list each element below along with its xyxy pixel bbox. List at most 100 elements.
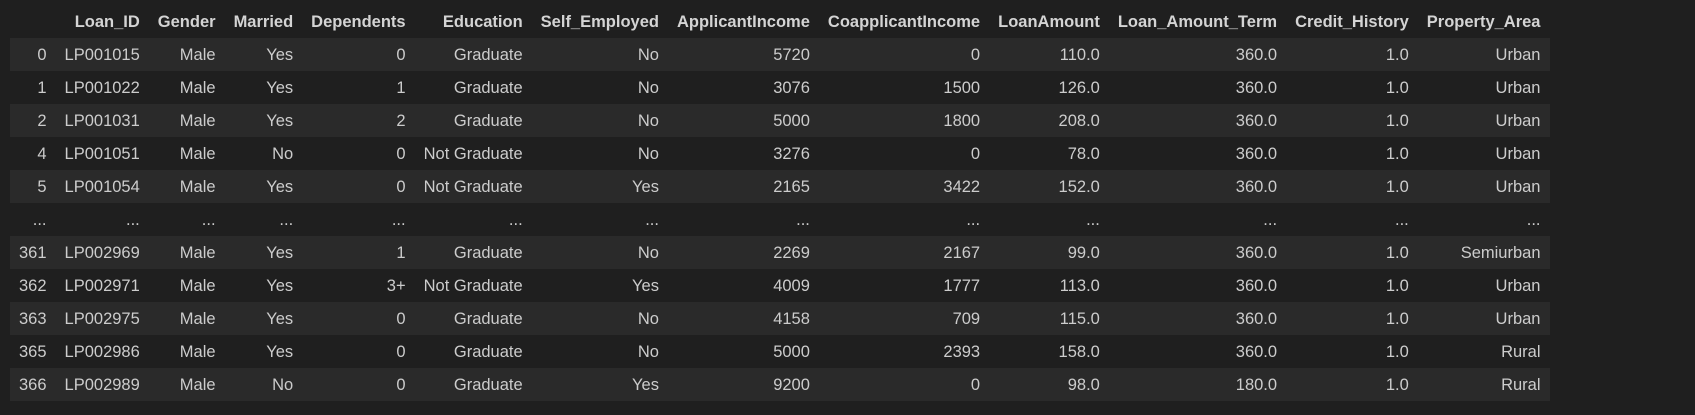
table-cell: 709 [952, 309, 981, 328]
table-row: 2 LP001031 Male Yes 2 Graduate No 5000 1800 208.0… [10, 104, 1550, 137]
table-cell: 2 [396, 111, 406, 130]
table-cell: 360.0 [1235, 45, 1278, 64]
table-cell: LP002989 [64, 375, 140, 394]
table-cell: ... [645, 210, 659, 229]
table-cell: 126.0 [1058, 78, 1100, 97]
table-cell: Male [179, 78, 216, 97]
table-cell: ... [508, 210, 523, 229]
table-cell: Male [179, 111, 216, 130]
table-cell: ... [1086, 210, 1100, 229]
column-header: Loan_ID [55, 6, 149, 38]
table-cell: 1.0 [1385, 342, 1409, 361]
table-cell: Male [179, 276, 216, 295]
table-cell: 1 [396, 78, 406, 97]
table-cell: Urban [1495, 45, 1541, 64]
table-cell: No [637, 144, 659, 163]
table-cell: 113.0 [1059, 276, 1100, 295]
table-cell: No [637, 45, 659, 64]
table-cell: 0 [970, 144, 981, 163]
table-cell: 110.0 [1059, 45, 1100, 64]
table-cell: 2269 [773, 243, 810, 262]
table-cell: 360.0 [1235, 111, 1278, 130]
table-cell: 360.0 [1235, 243, 1278, 262]
table-cell: 1.0 [1385, 78, 1409, 97]
table-cell: Not Graduate [423, 144, 523, 163]
table-cell: 1.0 [1385, 309, 1409, 328]
table-cell: Yes [266, 309, 294, 328]
table-cell: LP001054 [64, 177, 140, 196]
table-cell: Not Graduate [423, 276, 523, 295]
table-cell: 1.0 [1385, 276, 1409, 295]
table-cell: 1 [396, 243, 406, 262]
table-cell: Male [179, 177, 216, 196]
table-row: 363 LP002975 Male Yes 0 Graduate No 4158 709 115.… [10, 302, 1550, 335]
table-cell: Yes [632, 177, 659, 196]
table-cell: 1.0 [1385, 111, 1409, 130]
table-cell: LP002971 [64, 276, 140, 295]
table-cell: 4158 [773, 309, 810, 328]
table-cell: ... [201, 210, 216, 229]
table-cell: Graduate [453, 375, 523, 394]
column-header: Gender [148, 6, 225, 38]
table-cell: 360.0 [1235, 342, 1278, 361]
table-cell: 1.0 [1385, 243, 1409, 262]
table-cell: 180.0 [1235, 375, 1278, 394]
table-cell: 360.0 [1235, 309, 1278, 328]
table-cell: 5000 [773, 342, 810, 361]
column-header: Self_Employed [531, 6, 668, 38]
table-cell: 1.0 [1385, 144, 1409, 163]
table-cell: 158.0 [1058, 342, 1100, 361]
notebook-output-area: Loan_ID Gender Married Dependents Education S… [0, 0, 1695, 415]
table-cell: 1500 [943, 78, 981, 97]
table-cell: ... [966, 210, 981, 229]
row-index: 2 [37, 111, 47, 130]
table-cell: Urban [1495, 111, 1541, 130]
table-body: 0 LP001015 Male Yes 0 Graduate No 5720 0 110.0 360… [10, 38, 1550, 401]
table-cell: Yes [266, 276, 294, 295]
table-cell: 1.0 [1385, 45, 1409, 64]
table-cell: ... [391, 210, 406, 229]
column-header: Dependents [302, 6, 415, 38]
table-cell: 360.0 [1235, 276, 1278, 295]
table-cell: ... [1395, 210, 1409, 229]
table-row: 4 LP001051 Male No 0 Not Graduate No 3276 0 78.0 3… [10, 137, 1550, 170]
table-cell: Male [179, 45, 216, 64]
table-cell: Yes [266, 342, 294, 361]
table-cell: 78.0 [1067, 144, 1100, 163]
table-cell: Urban [1495, 276, 1541, 295]
table-cell: 99.0 [1067, 243, 1100, 262]
header-row: Loan_ID Gender Married Dependents Education S… [10, 6, 1550, 38]
table-cell: LP002986 [64, 342, 140, 361]
table-cell: Graduate [453, 78, 523, 97]
column-header: Education [414, 6, 532, 38]
table-header: Loan_ID Gender Married Dependents Education S… [10, 6, 1550, 38]
table-cell: 0 [970, 45, 981, 64]
table-cell: Rural [1501, 342, 1541, 361]
row-index: 366 [19, 375, 47, 394]
table-cell: 98.0 [1067, 375, 1100, 394]
index-header [10, 6, 56, 38]
table-cell: Graduate [453, 243, 523, 262]
table-cell: 115.0 [1059, 309, 1100, 328]
table-cell: LP001051 [64, 144, 140, 163]
column-header: CoapplicantIncome [818, 6, 990, 38]
row-index: 4 [37, 144, 47, 163]
table-cell: 3+ [386, 276, 406, 295]
table-cell: 0 [396, 177, 406, 196]
table-cell: No [272, 375, 294, 394]
column-header: LoanAmount [989, 6, 1109, 38]
table-cell: Graduate [453, 111, 523, 130]
row-index: 361 [19, 243, 47, 262]
table-row: 365 LP002986 Male Yes 0 Graduate No 5000 2393 158… [10, 335, 1550, 368]
table-cell: 3076 [773, 78, 810, 97]
table-cell: 0 [396, 45, 406, 64]
table-cell: No [637, 243, 659, 262]
table-cell: 3276 [773, 144, 810, 163]
table-row: 366 LP002989 Male No 0 Graduate Yes 9200 0 98.0 18… [10, 368, 1550, 401]
table-cell: Graduate [453, 45, 523, 64]
row-index: 365 [19, 342, 47, 361]
table-cell: 2165 [773, 177, 810, 196]
table-cell: 2393 [943, 342, 981, 361]
table-cell: Urban [1495, 78, 1541, 97]
table-cell: No [637, 78, 659, 97]
